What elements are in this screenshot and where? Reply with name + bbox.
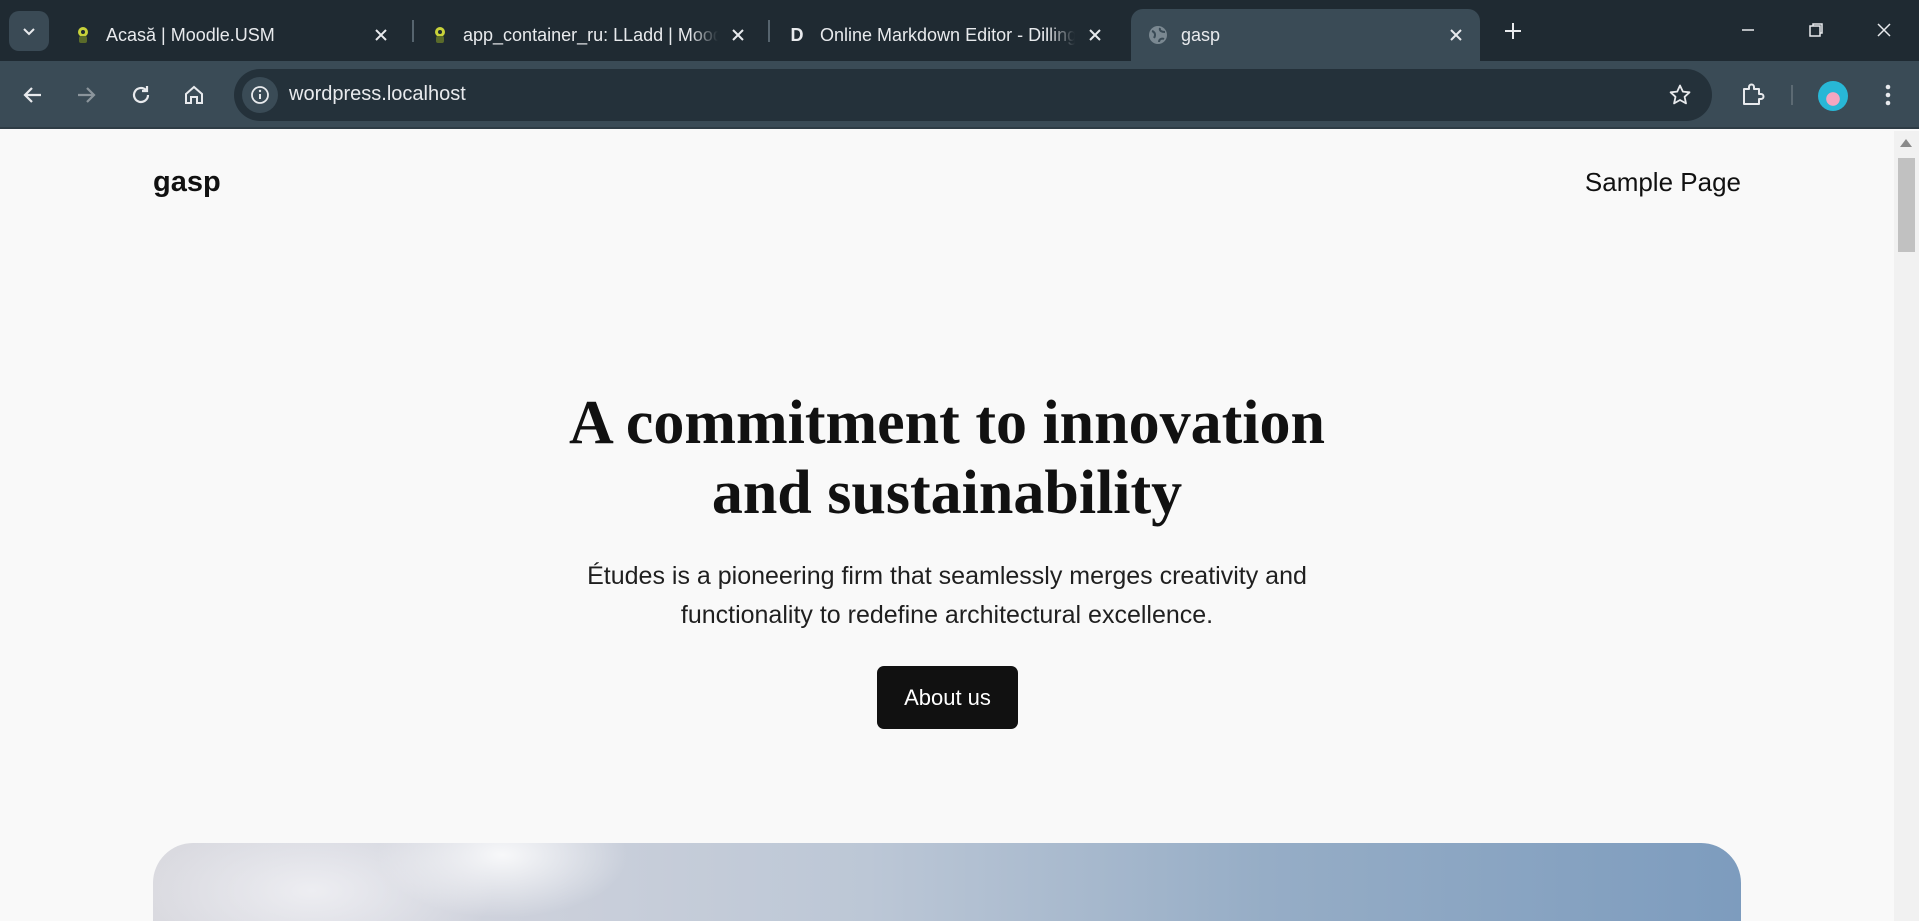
back-button[interactable] xyxy=(15,77,51,113)
nav-link-sample-page[interactable]: Sample Page xyxy=(1585,167,1741,198)
tab-gasp[interactable]: gasp xyxy=(1131,9,1480,61)
close-window-button[interactable] xyxy=(1861,10,1907,50)
hero-image xyxy=(153,843,1741,921)
hero-heading: A commitment to innovation and sustainab… xyxy=(447,388,1447,528)
moodle-icon xyxy=(72,24,94,46)
restore-button[interactable] xyxy=(1793,10,1839,50)
tab-search-button[interactable] xyxy=(9,11,49,51)
tab-dillinger[interactable]: D Online Markdown Editor - Dillinger xyxy=(770,9,1119,61)
puzzle-icon xyxy=(1743,83,1765,105)
close-icon xyxy=(1877,23,1891,37)
minimize-icon xyxy=(1742,29,1754,31)
moodle-icon xyxy=(429,24,451,46)
info-icon xyxy=(251,86,269,104)
kebab-menu-icon xyxy=(1885,84,1891,106)
new-tab-button[interactable] xyxy=(1496,14,1530,48)
reload-button[interactable] xyxy=(123,77,159,113)
hero-subtitle-line: functionality to redefine architectural … xyxy=(680,601,1214,629)
close-icon[interactable] xyxy=(369,23,393,47)
hero-heading-line: and sustainability xyxy=(711,459,1183,527)
page-scrollbar[interactable] xyxy=(1894,131,1919,921)
profile-avatar[interactable] xyxy=(1818,81,1848,111)
reload-icon xyxy=(132,86,150,104)
tab-title: Online Markdown Editor - Dillinger xyxy=(820,24,1075,46)
tab-title: app_container_ru: LLadd | Moodle xyxy=(463,24,718,46)
bookmark-star-button[interactable] xyxy=(1666,81,1694,109)
site-info-button[interactable] xyxy=(242,77,278,113)
close-icon[interactable] xyxy=(1083,23,1107,47)
tab-strip: Acasă | Moodle.USM app_container_ru: LLa… xyxy=(0,0,1919,61)
close-icon[interactable] xyxy=(726,23,750,47)
hero-subtitle: Études is a pioneering firm that seamles… xyxy=(447,557,1447,635)
hero-subtitle-line: Études is a pioneering firm that seamles… xyxy=(587,562,1307,590)
tab-moodle-course[interactable]: app_container_ru: LLadd | Moodle xyxy=(413,9,762,61)
restore-icon xyxy=(1809,23,1823,37)
menu-button[interactable] xyxy=(1870,77,1906,113)
dillinger-icon: D xyxy=(790,24,804,45)
scrollbar-thumb[interactable] xyxy=(1898,158,1915,252)
site-title[interactable]: gasp xyxy=(153,166,221,199)
close-icon[interactable] xyxy=(1444,23,1468,47)
about-us-button[interactable]: About us xyxy=(877,666,1018,729)
arrow-left-icon xyxy=(23,87,41,103)
home-button[interactable] xyxy=(176,77,212,113)
extensions-button[interactable] xyxy=(1735,77,1771,113)
forward-button[interactable] xyxy=(68,77,104,113)
tab-title: Acasă | Moodle.USM xyxy=(106,24,361,46)
plus-icon xyxy=(1505,23,1521,39)
hero-heading-line: A commitment to innovation xyxy=(568,389,1326,457)
arrow-right-icon xyxy=(78,87,96,103)
globe-icon xyxy=(1147,24,1169,46)
tab-title: gasp xyxy=(1181,24,1436,46)
star-icon xyxy=(1669,84,1691,105)
chevron-down-icon xyxy=(23,28,35,36)
page-viewport: gasp Sample Page A commitment to innovat… xyxy=(0,131,1894,921)
address-bar[interactable]: wordpress.localhost xyxy=(234,69,1712,121)
scroll-up-arrow-icon[interactable] xyxy=(1900,139,1912,147)
home-icon xyxy=(185,85,203,104)
minimize-button[interactable] xyxy=(1725,10,1771,50)
tab-moodle-home[interactable]: Acasă | Moodle.USM xyxy=(56,9,405,61)
browser-toolbar: wordpress.localhost xyxy=(0,61,1919,129)
url-text[interactable]: wordpress.localhost xyxy=(289,83,466,106)
toolbar-separator xyxy=(1791,85,1793,105)
